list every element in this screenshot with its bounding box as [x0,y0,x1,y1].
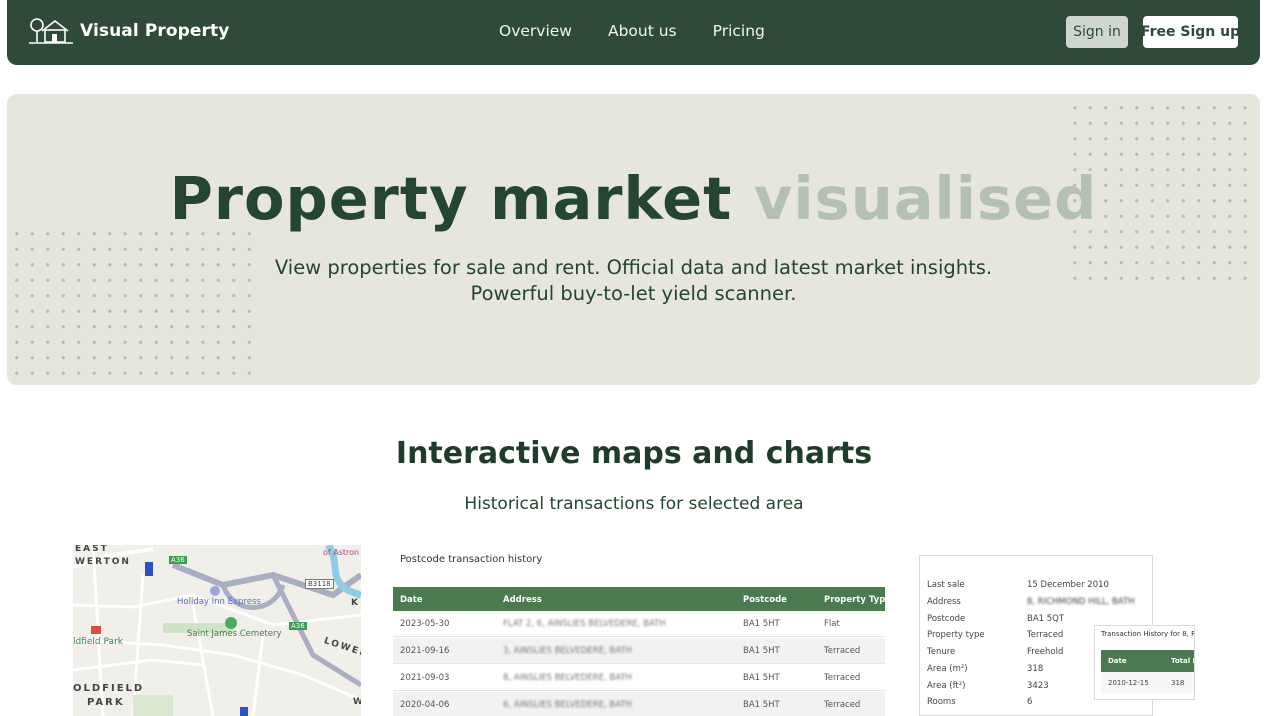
cell-address: 8, AINSLIES BELVEDERE, BATH [503,673,632,683]
column-header: Postcode [743,595,787,605]
detail-label: Rooms [927,697,956,707]
detail-label: Address [927,597,961,607]
popup-row: 2010-12-15 318 [1101,672,1194,694]
table-row[interactable]: 2020-04-06 6, AINSLIES BELVEDERE, BATH B… [393,692,885,716]
cell-postcode: BA1 5HT [743,700,780,710]
column-header: Address [503,595,542,605]
hero-subtitle: View properties for sale and rent. Offic… [7,255,1260,307]
detail-value: BA1 5QT [1027,614,1065,624]
map-label: WERTON [75,557,131,567]
cell-property-type: Flat [824,619,840,629]
cell-date: 2021-09-03 [400,673,450,683]
cell-postcode: BA1 5HT [743,646,780,656]
cell-date: 2023-05-30 [400,619,450,629]
detail-label: Last sale [927,580,965,590]
detail-label: Area (ft²) [927,681,966,691]
map-label: ldfield Park [73,637,123,647]
main-nav: Overview About us Pricing [499,22,801,40]
detail-value: 15 December 2010 [1027,580,1109,590]
sign-up-button[interactable]: Free Sign up [1141,16,1240,48]
detail-value: 318 [1027,664,1044,674]
cell-address: FLAT 2, 6, AINSLIES BELVEDERE, BATH [503,619,666,629]
cell-postcode: BA1 5HT [743,673,780,683]
cell-property-type: Terraced [824,700,861,710]
cell-date: 2021-09-16 [400,646,450,656]
map-label: Saint James Cemetery [187,629,282,639]
brand-name: Visual Property [80,21,230,41]
detail-label: Postcode [927,614,966,624]
cell-date: 2010-12-15 [1108,679,1149,687]
detail-value: 8, RICHMOND HILL, BATH [1027,597,1135,607]
cell-address: 3, AINSLIES BELVEDERE, BATH [503,646,632,656]
popup-title: Transaction History for 8, R [1101,630,1195,638]
nav-link-pricing[interactable]: Pricing [713,22,765,40]
hero-banner: Property market visualised View properti… [7,94,1260,385]
nav-link-overview[interactable]: Overview [499,22,572,40]
map-label: Holiday Inn Express [177,597,261,607]
house-tree-logo-icon [29,18,73,44]
cell-property-type: Terraced [824,646,861,656]
table-header: Date Address Postcode Property Type [393,587,885,611]
map-label: PARK [87,697,125,708]
column-header: Total F [1171,657,1195,665]
hero-title-accent: visualised [753,164,1098,233]
cell-address: 6, AINSLIES BELVEDERE, BATH [503,700,632,710]
detail-value: Freehold [1027,647,1064,657]
hero-subtitle-line: View properties for sale and rent. Offic… [274,256,993,279]
detail-label: Property type [927,630,985,640]
table-row[interactable]: 2023-05-30 FLAT 2, 6, AINSLIES BELVEDERE… [393,611,885,637]
map-label: EAST [75,545,109,554]
table-row[interactable]: 2021-09-16 3, AINSLIES BELVEDERE, BATH B… [393,638,885,664]
nav-link-about[interactable]: About us [608,22,677,40]
hero-title: Property market visualised [7,164,1260,233]
cell-date: 2020-04-06 [400,700,450,710]
cell-postcode: BA1 5HT [743,619,780,629]
map-label: of Astron [323,548,360,557]
features-subtitle: Historical transactions for selected are… [464,494,804,514]
hero-title-main: Property market [169,164,733,233]
top-navbar: Visual Property Overview About us Pricin… [7,0,1260,65]
sign-in-button[interactable]: Sign in [1066,16,1128,48]
map-label: W [353,697,361,707]
table-title: Postcode transaction history [400,554,543,565]
road-badge: A36 [169,556,187,564]
brand-logo[interactable]: Visual Property [28,16,229,46]
hero-subtitle-line: Powerful buy-to-let yield scanner. [470,282,797,305]
map-label: K [351,598,358,608]
detail-value: Terraced [1027,630,1064,640]
column-header: Date [400,595,423,605]
features-title: Interactive maps and charts [395,436,873,471]
transaction-table-preview: Postcode transaction history Date Addres… [393,547,885,716]
popup-header: Date Total F [1101,650,1195,672]
detail-label: Area (m²) [927,664,968,674]
transaction-history-popup: Transaction History for 8, R Date Total … [1094,625,1195,700]
map-label: OLDFIELD [73,683,145,694]
column-header: Property Type [824,595,885,605]
column-header: Date [1108,657,1127,665]
detail-value: 6 [1027,697,1033,707]
road-badge: A36 [289,622,307,630]
detail-value: 3423 [1027,681,1049,691]
table-row[interactable]: 2021-09-03 8, AINSLIES BELVEDERE, BATH B… [393,665,885,691]
road-badge: B3118 [305,579,334,589]
detail-label: Tenure [927,647,956,657]
map-preview[interactable]: EAST WERTON A36 of Astron B3118 Holiday … [73,545,361,716]
cell-property-type: Terraced [824,673,861,683]
cell-value: 318 [1171,679,1185,687]
